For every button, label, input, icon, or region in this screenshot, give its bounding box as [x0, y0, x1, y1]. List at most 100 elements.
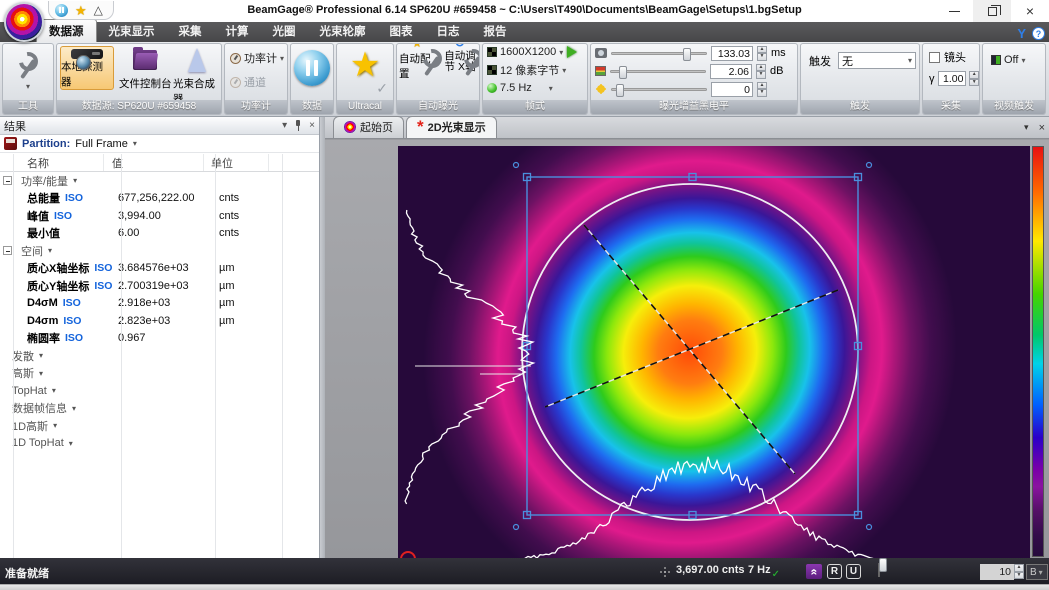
menu-tab-2[interactable]: 采集: [167, 20, 214, 42]
selection-handles[interactable]: [524, 174, 862, 519]
pin-icon[interactable]: [294, 120, 302, 131]
result-group-row[interactable]: TopHat▾: [0, 382, 319, 400]
chevron-down-icon: ▾: [562, 66, 566, 75]
results-panel: 结果 ▾ × Partition: Full Frame ▾ 名称 值 单位 功…: [0, 117, 320, 558]
result-row[interactable]: 椭圆率ISO0.967: [0, 330, 319, 348]
beam-image[interactable]: [398, 146, 1030, 558]
result-group-row[interactable]: 空间▾: [0, 242, 319, 260]
beam-display-area[interactable]: [325, 140, 1049, 558]
column-unit: 单位: [204, 154, 269, 171]
restore-button[interactable]: [973, 0, 1011, 22]
scale-mode-dropdown[interactable]: B ▾: [1026, 564, 1048, 580]
gain-spinner[interactable]: ▲▼: [756, 64, 766, 79]
menu-tab-4[interactable]: 光圈: [261, 20, 308, 42]
result-group-row[interactable]: 发散▾: [0, 347, 319, 365]
support-icon[interactable]: Y: [1017, 26, 1026, 41]
menu-tab-3[interactable]: 计算: [214, 20, 261, 42]
app-menu-orb[interactable]: [4, 2, 44, 42]
chevron-down-icon: ▾: [69, 439, 73, 448]
align-icon[interactable]: △: [94, 4, 103, 17]
check-icon: ✓: [376, 80, 388, 97]
panel-close-icon[interactable]: ×: [309, 120, 315, 131]
vertical-profile-curve: [405, 210, 533, 504]
black-level-slider[interactable]: [611, 88, 707, 91]
apply-format-arrow-icon[interactable]: [567, 46, 577, 58]
lens-checkbox[interactable]: [929, 52, 940, 63]
tab-2d-beam-display[interactable]: * 2D光束显示: [406, 116, 497, 138]
exposure-spinner[interactable]: ▲▼: [757, 46, 767, 61]
video-trigger-dropdown[interactable]: Off ▾: [983, 44, 1045, 66]
result-row[interactable]: 峰值ISO3,994.00cnts: [0, 207, 319, 225]
menu-tab-6[interactable]: 图表: [378, 20, 425, 42]
auto-adjust-x-button[interactable]: ↻ 自动调节 X轴: [440, 49, 480, 73]
trigger-label: 触发: [809, 53, 831, 69]
power-meter-button[interactable]: 功率计 ▾: [225, 44, 287, 66]
collapse-chevron-button[interactable]: «: [806, 564, 822, 579]
display-zoom-slider[interactable]: [878, 563, 880, 577]
zoom-spinbox[interactable]: 10 ▲▼: [980, 564, 1024, 580]
result-group-row[interactable]: 1D TopHat▾: [0, 435, 319, 453]
minimize-button[interactable]: [935, 0, 973, 22]
channel-button[interactable]: 通道: [225, 66, 287, 90]
data-pause-button[interactable]: [294, 50, 330, 86]
tab-menu-icon[interactable]: ▾: [1024, 122, 1029, 134]
result-group-row[interactable]: 高斯▾: [0, 365, 319, 383]
tab-close-icon[interactable]: ×: [1039, 122, 1045, 134]
local-detector-button[interactable]: 本地探测器: [60, 46, 114, 90]
ultracal-button-small[interactable]: U: [846, 564, 861, 579]
results-table: 名称 值 单位 功率/能量▾总能量ISO677,256,222.00cnts峰值…: [0, 154, 319, 558]
aperture-circle[interactable]: [522, 184, 858, 520]
gamma-spinner[interactable]: ▲▼: [969, 71, 979, 86]
panel-menu-icon[interactable]: ▾: [282, 120, 287, 131]
menu-tab-8[interactable]: 报告: [472, 20, 519, 42]
result-row[interactable]: D4σmISO2.823e+03µm: [0, 312, 319, 330]
intensity-colorbar[interactable]: [1032, 146, 1044, 557]
result-row[interactable]: 最小值6.00cnts: [0, 225, 319, 243]
restore-icon: [988, 7, 997, 16]
pause-icon[interactable]: [55, 4, 68, 17]
pixel-depth-dropdown[interactable]: 12 像素字节 ▾: [487, 62, 566, 78]
beam-maker-button[interactable]: 光束合成器: [173, 48, 221, 106]
menu-tab-1[interactable]: 光束显示: [97, 20, 167, 42]
partition-selector[interactable]: Partition: Full Frame ▾: [0, 135, 319, 153]
trigger-value: 无: [842, 53, 853, 69]
result-row[interactable]: 质心Y轴坐标ISO2.700319e+03µm: [0, 277, 319, 295]
frame-rate-dropdown[interactable]: 7.5 Hz ▾: [487, 82, 553, 94]
file-console-button[interactable]: 文件控制台: [119, 50, 172, 91]
result-row[interactable]: 总能量ISO677,256,222.00cnts: [0, 190, 319, 208]
gamma-label: γ: [929, 73, 935, 85]
help-icon[interactable]: ?: [1032, 27, 1045, 40]
quick-access-toolbar: ★ △: [48, 1, 114, 20]
collapse-icon[interactable]: [3, 176, 12, 185]
menu-tab-7[interactable]: 日志: [425, 20, 472, 42]
result-row[interactable]: D4σMISO2.918e+03µm: [0, 295, 319, 313]
rotation-handles[interactable]: [514, 163, 872, 530]
menu-tab-5[interactable]: 光束轮廓: [308, 20, 378, 42]
collapse-icon[interactable]: [3, 246, 12, 255]
result-row[interactable]: 质心X轴坐标ISO3.684576e+03µm: [0, 260, 319, 278]
iso-badge: ISO: [94, 280, 112, 292]
exposure-slider[interactable]: [611, 52, 707, 55]
gain-value-input[interactable]: 2.06: [710, 64, 752, 79]
close-button[interactable]: ×: [1011, 0, 1049, 22]
ultracal-button[interactable]: ★ ✓: [337, 50, 393, 80]
gamma-input[interactable]: 1.00: [938, 71, 967, 86]
ultracal-star-icon[interactable]: ★: [75, 4, 87, 17]
black-level-input[interactable]: 0: [711, 82, 753, 97]
resolution-dropdown[interactable]: 1600X1200 ▾: [487, 46, 563, 58]
tab-start-page[interactable]: 起始页: [333, 116, 404, 138]
trigger-select[interactable]: 无 ▾: [838, 52, 916, 69]
chevron-down-icon: ▾: [39, 351, 43, 360]
result-group-row[interactable]: 功率/能量▾: [0, 172, 319, 190]
gain-icon: [595, 66, 606, 76]
exposure-value-input[interactable]: 133.03: [711, 46, 753, 61]
result-group-row[interactable]: 数据帧信息▾: [0, 400, 319, 418]
results-rows: 功率/能量▾总能量ISO677,256,222.00cnts峰值ISO3,994…: [0, 172, 319, 452]
result-group-row[interactable]: 1D高斯▾: [0, 417, 319, 435]
black-level-spinner[interactable]: ▲▼: [757, 82, 767, 97]
tools-button[interactable]: ▾: [3, 52, 53, 91]
reference-button[interactable]: R: [827, 564, 842, 579]
auto-setup-button[interactable]: ★ 自动配置: [399, 49, 439, 81]
menu-tab-0[interactable]: 数据源: [36, 19, 97, 42]
gain-slider[interactable]: [610, 70, 706, 73]
